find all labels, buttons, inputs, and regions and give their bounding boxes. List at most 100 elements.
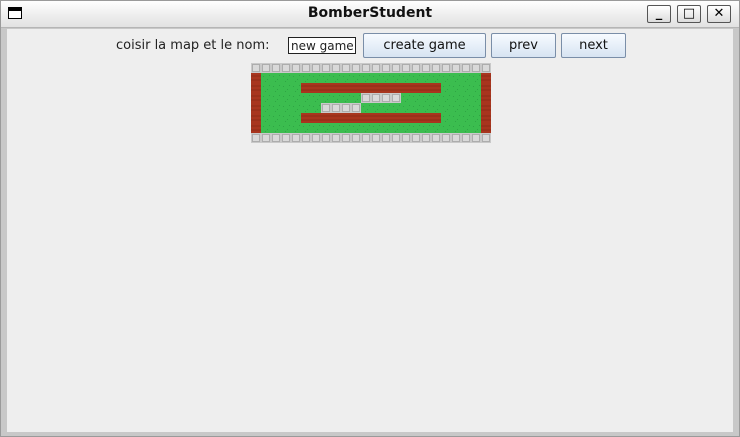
map-tile-brick [401, 113, 411, 123]
map-tile-stone [321, 103, 331, 113]
map-tile-grass [301, 93, 311, 103]
map-tile-stone [291, 63, 301, 73]
map-tile-brick [431, 83, 441, 93]
map-tile-grass [381, 103, 391, 113]
map-tile-grass [271, 73, 281, 83]
map-tile-grass [461, 113, 471, 123]
map-tile-grass [291, 113, 301, 123]
map-tile-stone [341, 103, 351, 113]
game-name-input[interactable] [288, 37, 356, 54]
map-tile-grass [441, 73, 451, 83]
map-tile-grass [301, 123, 311, 133]
map-tile-grass [291, 123, 301, 133]
app-window: BomberStudent _ □ ✕ coisir la map et le … [0, 0, 740, 437]
map-tile-grass [421, 123, 431, 133]
map-tile-brick [431, 113, 441, 123]
map-tile-brick [251, 103, 261, 113]
map-tile-stone [301, 133, 311, 143]
map-tile-brick [311, 83, 321, 93]
map-tile-stone [421, 133, 431, 143]
map-tile-stone [361, 63, 371, 73]
map-tile-grass [351, 73, 361, 83]
map-tile-brick [371, 83, 381, 93]
prev-button[interactable]: prev [491, 33, 556, 58]
map-tile-grass [391, 123, 401, 133]
map-tile-grass [441, 93, 451, 103]
map-tile-stone [261, 63, 271, 73]
map-tile-stone [341, 133, 351, 143]
map-tile-grass [451, 123, 461, 133]
map-tile-brick [481, 93, 491, 103]
map-tile-grass [461, 73, 471, 83]
map-tile-grass [371, 123, 381, 133]
map-tile-stone [381, 133, 391, 143]
map-tile-grass [261, 83, 271, 93]
map-tile-brick [311, 113, 321, 123]
map-tile-grass [401, 73, 411, 83]
map-tile-brick [481, 103, 491, 113]
map-tile-grass [321, 123, 331, 133]
map-tile-grass [281, 73, 291, 83]
map-tile-brick [411, 83, 421, 93]
map-tile-grass [451, 103, 461, 113]
map-tile-grass [261, 103, 271, 113]
map-tile-brick [351, 83, 361, 93]
map-tile-brick [321, 83, 331, 93]
map-tile-brick [481, 83, 491, 93]
map-tile-stone [411, 133, 421, 143]
map-tile-stone [281, 133, 291, 143]
map-tile-grass [451, 83, 461, 93]
map-tile-stone [391, 93, 401, 103]
map-tile-stone [261, 133, 271, 143]
map-tile-grass [471, 73, 481, 83]
map-tile-stone [331, 63, 341, 73]
map-tile-stone [281, 63, 291, 73]
map-tile-stone [331, 103, 341, 113]
map-tile-stone [461, 133, 471, 143]
map-tile-stone [461, 63, 471, 73]
map-tile-grass [271, 93, 281, 103]
map-tile-stone [451, 133, 461, 143]
map-tile-grass [421, 93, 431, 103]
map-tile-grass [261, 73, 271, 83]
map-tile-stone [351, 103, 361, 113]
create-game-button[interactable]: create game [363, 33, 486, 58]
map-tile-grass [261, 123, 271, 133]
map-tile-brick [351, 113, 361, 123]
minimize-button[interactable]: _ [647, 5, 671, 23]
map-tile-grass [371, 103, 381, 113]
map-tile-grass [341, 93, 351, 103]
map-tile-brick [251, 83, 261, 93]
map-tile-brick [331, 83, 341, 93]
title-bar[interactable]: BomberStudent _ □ ✕ [1, 1, 739, 28]
map-tile-grass [321, 73, 331, 83]
map-tile-grass [431, 103, 441, 113]
map-tile-stone [351, 133, 361, 143]
map-tile-brick [361, 113, 371, 123]
map-tile-brick [391, 83, 401, 93]
map-tile-stone [471, 63, 481, 73]
map-tile-grass [461, 83, 471, 93]
map-tile-brick [421, 83, 431, 93]
map-tile-brick [361, 83, 371, 93]
maximize-button[interactable]: □ [677, 5, 701, 23]
map-tile-brick [411, 113, 421, 123]
map-tile-brick [381, 83, 391, 93]
map-tile-grass [341, 73, 351, 83]
map-tile-stone [371, 133, 381, 143]
map-tile-grass [331, 123, 341, 133]
map-tile-grass [461, 103, 471, 113]
map-name-label: coisir la map et le nom: [116, 38, 270, 53]
map-tile-stone [431, 133, 441, 143]
map-tile-grass [261, 93, 271, 103]
map-tile-grass [391, 73, 401, 83]
map-tile-stone [331, 133, 341, 143]
map-tile-grass [281, 83, 291, 93]
map-tile-grass [311, 73, 321, 83]
close-button[interactable]: ✕ [707, 5, 731, 23]
map-tile-grass [401, 93, 411, 103]
map-tile-grass [271, 123, 281, 133]
next-button[interactable]: next [561, 33, 626, 58]
map-tile-grass [451, 113, 461, 123]
map-tile-grass [291, 103, 301, 113]
